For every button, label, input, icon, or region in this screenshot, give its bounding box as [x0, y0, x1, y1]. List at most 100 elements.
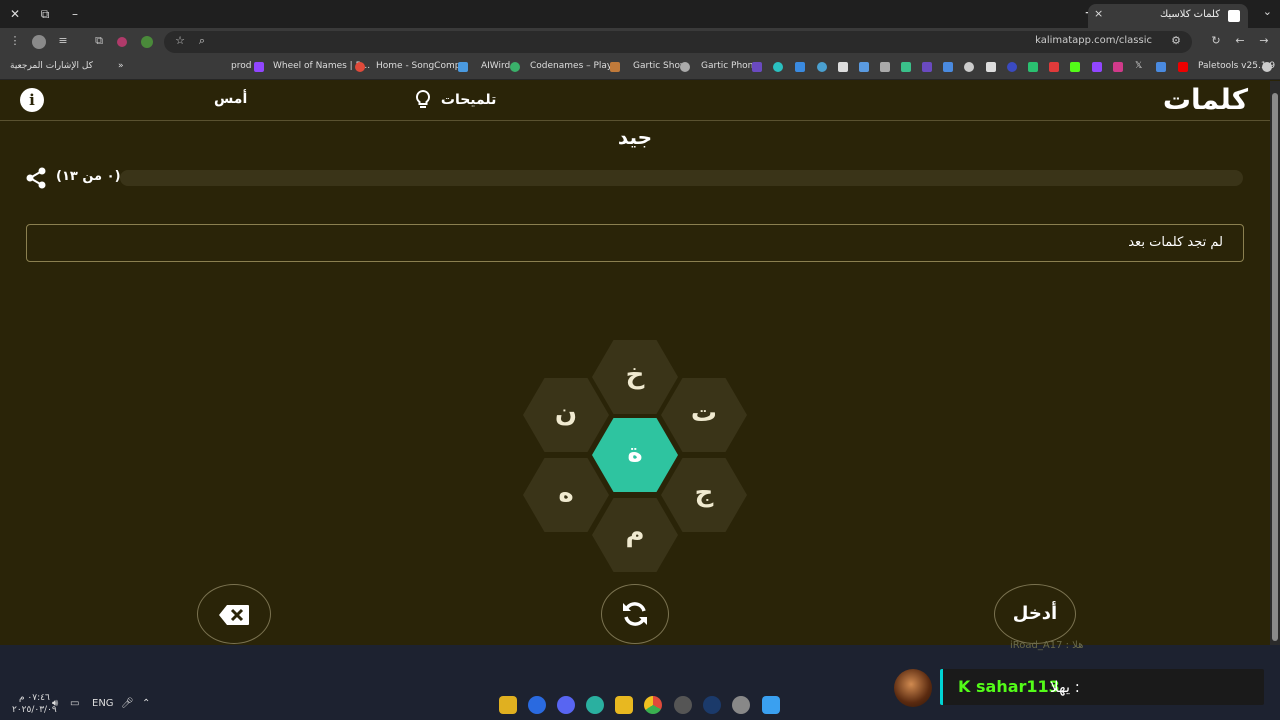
bookmark-icon-2[interactable]	[795, 62, 805, 72]
browser-menu-icon[interactable]: ⋮	[7, 34, 23, 47]
network-icon[interactable]: ▭	[70, 698, 79, 709]
chrome-icon[interactable]	[644, 696, 662, 714]
tab-close-icon[interactable]: ×	[1094, 7, 1103, 20]
twitch-icon	[254, 62, 264, 72]
bookmarks-bar: كل الإشارات المرجعية » prod Wheel of Nam…	[0, 56, 1280, 80]
discord-icon[interactable]	[557, 696, 575, 714]
app-header: كلمات تلميحات أمس i	[0, 81, 1270, 121]
reading-list-icon[interactable]: ≡	[55, 34, 71, 47]
back-icon[interactable]: ←	[1232, 34, 1248, 47]
language-indicator[interactable]: ENG	[92, 698, 114, 709]
chat-username: sahar113	[976, 677, 1060, 696]
youtube-icon[interactable]	[1178, 62, 1188, 72]
reload-icon[interactable]: ↻	[1208, 34, 1224, 47]
bookmark-icon-7[interactable]	[901, 62, 911, 72]
kick-badge-icon: K	[958, 677, 971, 696]
hints-button[interactable]: تلميحات	[414, 89, 496, 111]
window-maximize-icon[interactable]: ⧉	[34, 4, 56, 24]
obs-icon[interactable]	[674, 696, 692, 714]
app-logo[interactable]: كلمات	[1163, 83, 1248, 116]
scrollbar-thumb[interactable]	[1272, 93, 1278, 641]
taskbar-clock[interactable]: ٠٧:٤٦ م ٢٠٢٥/٠٣/٠٩	[12, 692, 57, 716]
app-icon-blue[interactable]	[528, 696, 546, 714]
page-scrollbar[interactable]	[1270, 81, 1280, 645]
kalimat-page: كلمات تلميحات أمس i جيد (٠ من ١٣) لم تجد…	[0, 81, 1270, 645]
zoom-icon[interactable]: ⌕	[194, 34, 210, 48]
browser-tab[interactable]: كلمات كلاسيك ×	[1088, 4, 1248, 28]
x-icon[interactable]: 𝕏	[1135, 61, 1142, 71]
letter-hex-top-left[interactable]: ن	[523, 378, 609, 452]
bookmark-icon-14[interactable]	[1049, 62, 1059, 72]
screen: ✕ ⧉ – + كلمات كلاسيك × ⌄ ⋮ ≡ ⧉ ☆ ⌕ kalim…	[0, 0, 1280, 720]
yesterday-button[interactable]: أمس	[214, 91, 247, 107]
settings-icon[interactable]	[732, 696, 750, 714]
delete-button[interactable]	[197, 584, 271, 644]
letter-hex-bottom[interactable]: م	[592, 498, 678, 572]
bookmark-aiwird[interactable]: AIWird	[481, 61, 510, 71]
gartic-phone-icon	[752, 62, 762, 72]
window-close-icon[interactable]: ✕	[4, 4, 26, 24]
tab-title: كلمات كلاسيك	[1159, 9, 1220, 20]
window-minimize-icon[interactable]: –	[64, 4, 86, 24]
steam-icon[interactable]	[703, 696, 721, 714]
enter-button[interactable]: أدخل	[994, 584, 1076, 644]
bookmark-icon-9[interactable]	[943, 62, 953, 72]
share-icon[interactable]	[25, 167, 47, 189]
bookmark-icon-13[interactable]	[1028, 62, 1038, 72]
bookmark-icon-12[interactable]	[1007, 62, 1017, 72]
bookmark-icon-1[interactable]	[773, 62, 783, 72]
instagram-icon[interactable]	[1113, 62, 1123, 72]
site-settings-icon[interactable]: ⚙	[1168, 34, 1184, 47]
kick-icon[interactable]	[1070, 62, 1080, 72]
shuffle-icon	[623, 602, 647, 626]
extensions-icon[interactable]: ⧉	[91, 34, 107, 48]
found-words-box[interactable]: لم تجد كلمات بعد	[26, 224, 1244, 262]
bookmark-icon-8[interactable]	[922, 62, 932, 72]
bookmark-icon-15[interactable]	[1156, 62, 1166, 72]
codenames-icon	[610, 62, 620, 72]
bookmark-icon-10[interactable]	[964, 62, 974, 72]
shuffle-button[interactable]	[601, 584, 669, 644]
edge-icon[interactable]	[586, 696, 604, 714]
bookmarks-overflow-icon[interactable]: »	[118, 61, 124, 71]
forward-icon[interactable]: →	[1256, 34, 1272, 47]
rockstar-icon[interactable]	[499, 696, 517, 714]
song-icon	[458, 62, 468, 72]
letter-hex-center[interactable]: ة	[592, 418, 678, 492]
info-icon[interactable]: i	[20, 88, 44, 112]
letter-hex-bottom-left[interactable]: ه	[523, 458, 609, 532]
profile-avatar-icon[interactable]	[32, 35, 46, 49]
file-explorer-icon[interactable]	[615, 696, 633, 714]
chat-avatar	[894, 669, 932, 707]
tab-search-chevron-icon[interactable]: ⌄	[1263, 5, 1272, 18]
extension-shield-icon[interactable]	[117, 37, 127, 47]
letter-hex-top[interactable]: خ	[592, 340, 678, 414]
bookmark-icon-6[interactable]	[880, 62, 890, 72]
tray-overflow-icon[interactable]: ⌃	[142, 698, 150, 709]
bookmark-prod[interactable]: prod	[231, 61, 251, 71]
bookmark-icon-4[interactable]	[838, 62, 848, 72]
speaker-icon[interactable]: 🔊︎	[52, 698, 58, 709]
windows-start-icon[interactable]	[762, 696, 780, 714]
gartic-show-icon	[680, 62, 690, 72]
bookmark-songcomp[interactable]: Home - SongComp...	[376, 61, 469, 71]
browser-toolbar: ⋮ ≡ ⧉ ☆ ⌕ kalimatapp.com/classic ⚙ ↻ ← →	[0, 28, 1280, 56]
bookmark-codenames[interactable]: Codenames – Play...	[530, 61, 620, 71]
bookmark-icon-3[interactable]	[817, 62, 827, 72]
letter-hex-top-right[interactable]: ت	[661, 378, 747, 452]
score-text: (٠ من ١٣)	[56, 169, 121, 184]
clock-date: ٢٠٢٥/٠٣/٠٩	[12, 705, 57, 715]
bookmark-icon-5[interactable]	[859, 62, 869, 72]
aiwird-icon	[510, 62, 520, 72]
twitch-bookmark-icon[interactable]	[1092, 62, 1102, 72]
bookmark-gartic-phone[interactable]: Gartic Phone	[701, 61, 759, 71]
bookmark-star-icon[interactable]: ☆	[172, 34, 188, 47]
backspace-icon	[219, 605, 249, 625]
all-bookmarks-folder[interactable]: كل الإشارات المرجعية	[10, 61, 93, 71]
address-bar[interactable]: ☆ ⌕ kalimatapp.com/classic ⚙	[164, 31, 1192, 53]
extension-badge-icon[interactable]	[141, 36, 153, 48]
bookmark-icon-11[interactable]	[986, 62, 996, 72]
chat-message: : يهلا	[1050, 678, 1080, 696]
letter-hex-bottom-right[interactable]: ج	[661, 458, 747, 532]
microphone-icon[interactable]: 🎤︎	[121, 698, 134, 709]
